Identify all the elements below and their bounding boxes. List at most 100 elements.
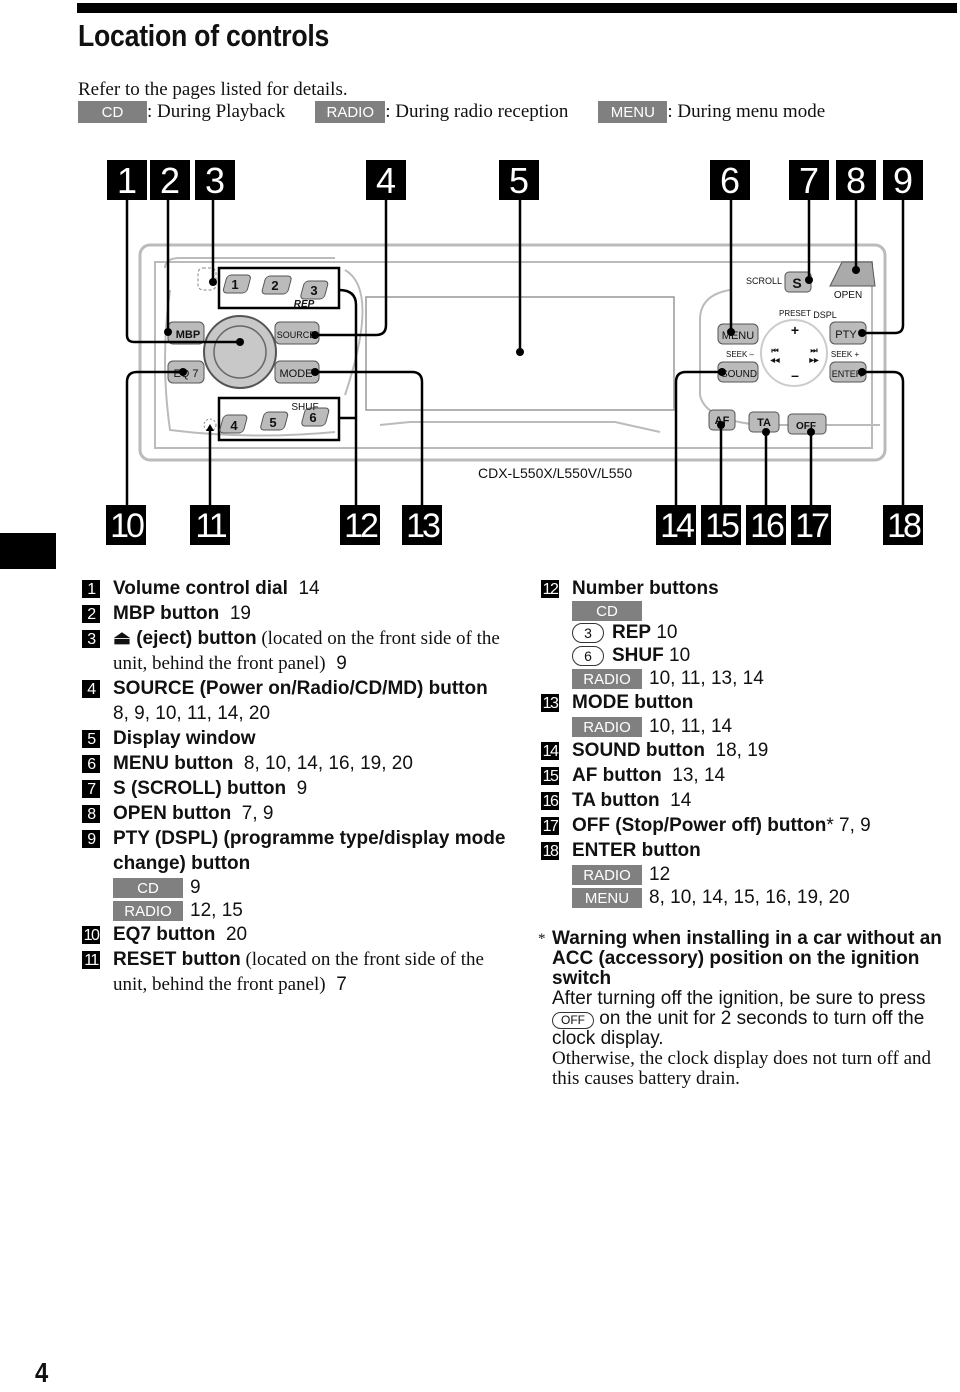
svg-text:MBP: MBP xyxy=(176,329,200,341)
scroll-label: SCROLL xyxy=(746,276,782,286)
list-item: 6 MENU button 8, 10, 14, 16, 19, 20 xyxy=(82,751,512,776)
sub-item: CD xyxy=(541,601,951,621)
preset-2-button: 2 xyxy=(261,275,292,295)
svg-text:1: 1 xyxy=(231,277,238,292)
svg-text:MENU: MENU xyxy=(722,330,754,342)
list-item: 13 MODE button xyxy=(541,692,694,713)
svg-text:TA: TA xyxy=(757,417,771,429)
preset-label: PRESET xyxy=(779,309,811,318)
shuf-label: SHUF xyxy=(291,402,318,413)
list-item: 12 Number buttons xyxy=(541,578,719,599)
radio-badge: RADIO xyxy=(572,864,642,885)
callout-11: 11 xyxy=(190,505,230,545)
seek-plus-label: SEEK + xyxy=(831,350,860,359)
callout-12: 12 xyxy=(340,505,380,545)
callout-2: 2 xyxy=(150,160,190,201)
menu-badge: MENU xyxy=(572,887,642,908)
open-label: OPEN xyxy=(834,290,862,301)
callout-16: 16 xyxy=(746,505,786,545)
model-label: CDX-L550X/L550V/L550 xyxy=(478,465,633,481)
list-item: 18 ENTER button xyxy=(541,840,701,861)
sub-item: RADIO 10, 11, 14 xyxy=(541,715,951,738)
volume-dial xyxy=(203,315,277,389)
sub-item: RADIO 10, 11, 13, 14 xyxy=(541,667,951,690)
controls-list-right: 12 Number buttons CD 3 REP 10 6 SHUF 10 RAD… xyxy=(541,576,951,909)
button-3-icon: 3 xyxy=(572,622,604,643)
svg-text:MODE: MODE xyxy=(280,368,313,380)
list-item: 5 Display window xyxy=(82,726,512,751)
preset-plus-icon: + xyxy=(791,322,799,338)
seek-minus-label: SEEK – xyxy=(726,350,755,359)
svg-text:3: 3 xyxy=(310,283,317,298)
svg-text:SOUND: SOUND xyxy=(721,369,757,380)
svg-text:5: 5 xyxy=(269,415,276,430)
rewind-icon: ◀◀ xyxy=(769,357,780,364)
off-key-icon: OFF xyxy=(552,1012,594,1029)
svg-text:SOURCE: SOURCE xyxy=(277,330,316,340)
dspl-label: DSPL xyxy=(813,310,837,320)
list-item: 3 ⏏ (eject) button (located on the front … xyxy=(82,626,512,676)
list-item: 1 Volume control dial 14 xyxy=(82,576,512,601)
callout-10: 10 xyxy=(106,505,146,545)
callout-17: 17 xyxy=(791,505,831,545)
preset-minus-icon: – xyxy=(791,367,799,383)
off-button: OFF xyxy=(787,413,827,435)
callout-18: 18 xyxy=(883,505,923,545)
cd-badge: CD xyxy=(572,601,642,621)
cd-badge: CD xyxy=(113,877,183,898)
section-tab xyxy=(0,533,56,569)
sub-item: 3 REP 10 xyxy=(541,621,951,644)
list-item: 8 OPEN button 7, 9 xyxy=(82,801,512,826)
sub-item: CD 9 xyxy=(82,876,512,899)
button-6-icon: 6 xyxy=(572,645,604,666)
sub-item: 6 SHUF 10 xyxy=(541,644,951,667)
list-item: 4 SOURCE (Power on/Radio/CD/MD) button 8,… xyxy=(82,676,512,726)
list-item: 14 SOUND button 18, 19 xyxy=(541,740,769,761)
preset-4-button: 4 xyxy=(219,414,248,434)
svg-text:PTY: PTY xyxy=(835,329,857,341)
sub-item: MENU 8, 10, 14, 15, 16, 19, 20 xyxy=(541,886,951,909)
radio-badge: RADIO xyxy=(572,668,642,689)
preset-1-button: 1 xyxy=(222,274,251,294)
preset-3-button: 3 xyxy=(300,280,329,300)
reset-arrow-icon xyxy=(206,424,214,431)
list-item: 17 OFF (Stop/Power off) button* 7, 9 xyxy=(541,815,871,836)
controls-list-left: 1 Volume control dial 14 2 MBP button 19 3… xyxy=(82,576,512,997)
menu-button: MENU xyxy=(717,323,759,345)
callout-7: 7 xyxy=(789,160,829,201)
list-item: 9 PTY (DSPL) (programme type/display mode… xyxy=(82,826,512,876)
callout-15: 15 xyxy=(701,505,741,545)
warning-heading: Warning when installing in a car without… xyxy=(552,928,942,989)
sub-item: RADIO 12 xyxy=(541,863,951,886)
list-item: 2 MBP button 19 xyxy=(82,601,512,626)
callout-14: 14 xyxy=(656,505,696,545)
svg-text:S: S xyxy=(792,275,801,291)
svg-text:ENTER: ENTER xyxy=(832,369,863,379)
callout-4: 4 xyxy=(366,160,406,201)
open-button xyxy=(829,261,876,287)
preset-5-button: 5 xyxy=(260,411,289,431)
fast-forward-icon: ▶▶ xyxy=(808,357,819,364)
callout-9: 9 xyxy=(883,160,923,201)
list-item: 16 TA button 14 xyxy=(541,790,692,811)
sub-item: RADIO 12, 15 xyxy=(82,899,512,922)
mbp-button: MBP xyxy=(167,321,205,345)
callout-5: 5 xyxy=(499,160,539,201)
svg-text:2: 2 xyxy=(271,278,278,293)
rep-label: REP xyxy=(294,299,315,310)
list-item: 7S (SCROLL) button 9 xyxy=(82,776,512,801)
list-item: 15 AF button 13, 14 xyxy=(541,765,726,786)
svg-text:4: 4 xyxy=(230,418,238,433)
list-item: 11 RESET button (located on the front sid… xyxy=(82,947,512,997)
page-number: 4 xyxy=(35,1357,49,1388)
list-item: 10 EQ7 button 20 xyxy=(82,924,248,945)
next-track-icon: ⏭ xyxy=(810,346,818,355)
callout-6: 6 xyxy=(710,160,750,201)
warning-footnote: * Warning when installing in a car witho… xyxy=(538,928,942,1089)
callout-8: 8 xyxy=(836,160,876,201)
footnote-star: * xyxy=(538,931,546,947)
callout-3: 3 xyxy=(195,160,235,201)
radio-badge: RADIO xyxy=(113,900,183,921)
prev-track-icon: ⏮ xyxy=(771,346,778,355)
radio-badge: RADIO xyxy=(572,716,642,737)
